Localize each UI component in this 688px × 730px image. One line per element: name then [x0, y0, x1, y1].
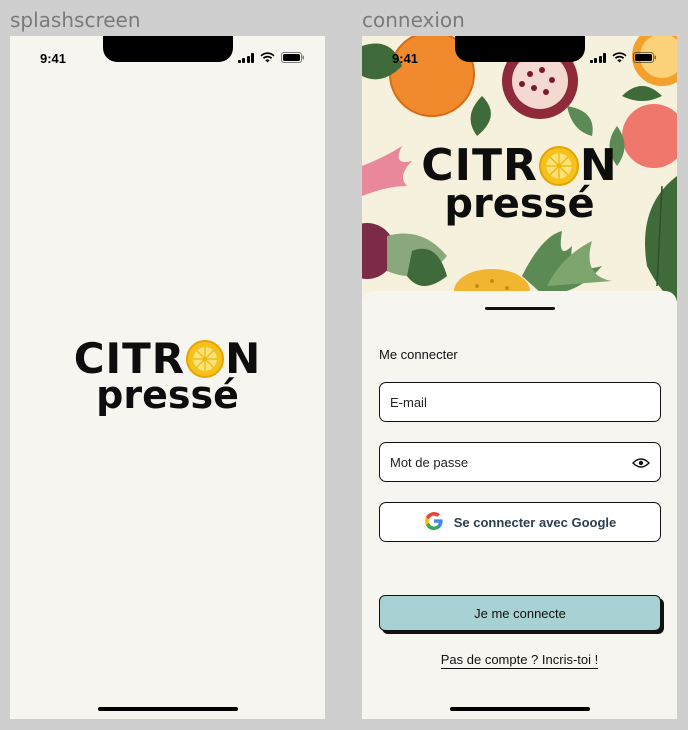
signup-link[interactable]: Pas de compte ? Incris-toi !	[440, 652, 599, 669]
google-logo-icon	[424, 511, 444, 534]
logo-text-citr: CITR	[421, 140, 538, 191]
login-screen: 9:41 CITR N pressé Me connecter E-mail S…	[362, 36, 677, 719]
frame-label-connexion: connexion	[362, 8, 465, 32]
citron-presse-logo: CITR N pressé	[362, 144, 677, 225]
logo-text-citr: CITR	[73, 334, 186, 383]
logo-wordmark-top: CITR N	[421, 144, 617, 188]
wifi-icon	[260, 52, 275, 63]
notch	[454, 36, 585, 62]
google-signin-label: Se connecter avec Google	[453, 514, 617, 530]
status-time: 9:41	[40, 51, 67, 66]
home-indicator	[97, 707, 238, 711]
sheet-grabber[interactable]	[484, 307, 555, 310]
battery-icon	[281, 52, 305, 63]
signup-link-container: Pas de compte ? Incris-toi !	[362, 652, 677, 669]
status-icons	[589, 52, 658, 63]
logo-wordmark-top: CITR N	[74, 338, 262, 380]
login-submit-button[interactable]: Je me connecte	[379, 595, 661, 631]
lemon-slice-icon	[186, 340, 225, 378]
lemon-slice-icon	[538, 146, 579, 186]
logo-text-n: N	[225, 334, 262, 383]
email-field[interactable]	[379, 382, 661, 422]
home-indicator	[449, 707, 590, 711]
status-icons	[237, 52, 306, 63]
citron-presse-logo: CITR N pressé	[10, 338, 325, 415]
cellular-signal-icon	[237, 52, 254, 63]
logo-text-n: N	[579, 140, 618, 191]
google-signin-button[interactable]: Se connecter avec Google	[379, 502, 661, 542]
password-field[interactable]	[379, 442, 661, 482]
email-input[interactable]	[390, 394, 650, 410]
cellular-signal-icon	[589, 52, 606, 63]
notch	[102, 36, 233, 62]
login-title: Me connecter	[379, 347, 458, 362]
splash-screen: 9:41 CITR N pressé	[10, 36, 325, 719]
login-sheet: Me connecter Se connecter avec Google Je…	[362, 291, 677, 719]
password-input[interactable]	[390, 454, 632, 470]
frame-label-splashscreen: splashscreen	[10, 8, 141, 32]
status-time: 9:41	[392, 51, 419, 66]
wifi-icon	[612, 52, 627, 63]
eye-icon[interactable]	[632, 456, 650, 468]
battery-icon	[633, 52, 657, 63]
